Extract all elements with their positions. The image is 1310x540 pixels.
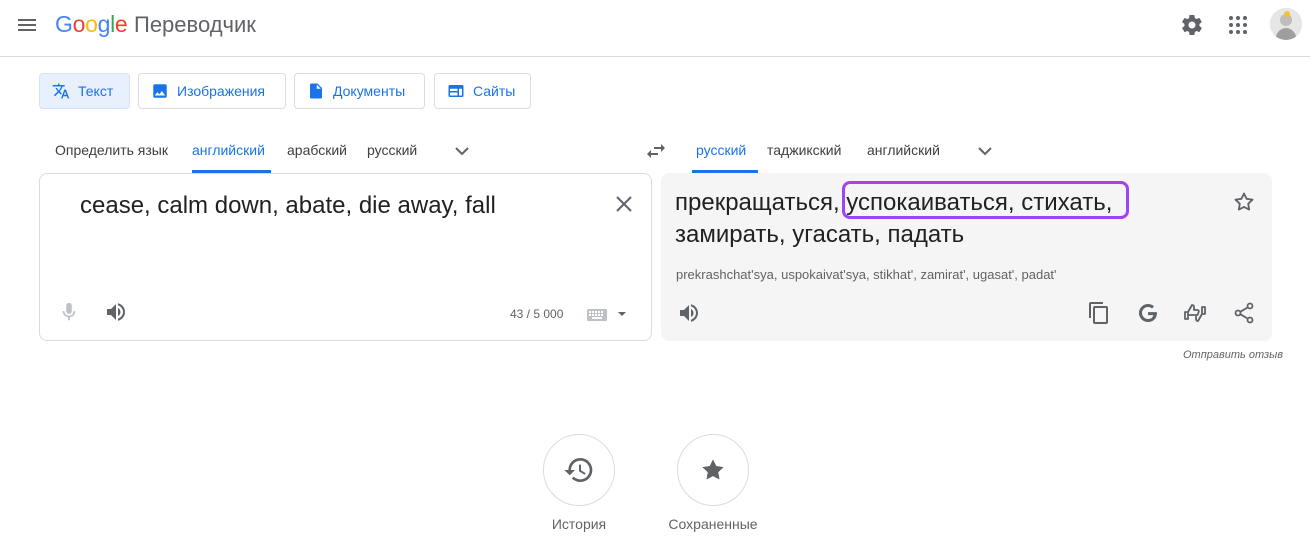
swap-languages-icon[interactable] — [644, 139, 668, 163]
send-feedback-link[interactable]: Отправить отзыв — [1183, 349, 1283, 361]
mode-label: Сайты — [473, 83, 516, 99]
google-g-icon[interactable] — [1136, 301, 1160, 325]
caret-down-icon[interactable] — [615, 307, 629, 321]
highlight-annotation — [842, 181, 1129, 219]
gear-icon[interactable] — [1180, 13, 1204, 37]
history-icon — [563, 454, 595, 486]
source-lang-arabic[interactable]: арабский — [287, 142, 347, 158]
saved-button[interactable] — [677, 434, 749, 506]
source-textarea[interactable]: cease, calm down, abate, die away, fall — [80, 192, 496, 220]
mode-documents-button[interactable]: Документы — [294, 73, 425, 109]
star-icon — [698, 455, 728, 485]
history-button[interactable] — [543, 434, 615, 506]
rate-translation-icon[interactable] — [1183, 301, 1207, 325]
website-icon — [447, 82, 465, 100]
close-icon[interactable] — [612, 192, 636, 216]
transliteration-text: prekrashchat'sya, uspokaivat'sya, stikha… — [676, 267, 1057, 282]
chevron-down-icon[interactable] — [450, 139, 474, 163]
target-lang-english[interactable]: английский — [867, 142, 940, 158]
apps-grid-icon[interactable] — [1226, 13, 1250, 37]
mode-label: Документы — [333, 83, 406, 99]
chevron-down-icon[interactable] — [973, 139, 997, 163]
share-icon[interactable] — [1232, 301, 1256, 325]
menu-icon[interactable] — [15, 13, 39, 37]
source-lang-english[interactable]: английский — [192, 142, 265, 158]
keyboard-icon[interactable] — [586, 307, 608, 323]
character-counter: 43 / 5 000 — [510, 307, 564, 321]
document-icon — [307, 82, 325, 100]
speaker-icon[interactable] — [104, 300, 128, 324]
mode-text-button[interactable]: Текст — [39, 73, 130, 109]
image-icon — [151, 82, 169, 100]
target-lang-russian[interactable]: русский — [696, 142, 746, 158]
mode-websites-button[interactable]: Сайты — [434, 73, 531, 109]
product-name: Переводчик — [134, 12, 256, 37]
target-lang-tajik[interactable]: таджикский — [767, 142, 841, 158]
microphone-icon[interactable] — [58, 301, 80, 323]
avatar[interactable] — [1270, 8, 1302, 40]
translation-panel: прекращаться, успокаиваться, стихать, за… — [661, 173, 1272, 341]
history-label: История — [551, 516, 607, 532]
mode-images-button[interactable]: Изображения — [138, 73, 286, 109]
speaker-icon[interactable] — [677, 301, 701, 325]
star-icon[interactable] — [1232, 190, 1256, 214]
source-lang-russian[interactable]: русский — [367, 142, 417, 158]
translate-icon — [52, 82, 70, 100]
copy-icon[interactable] — [1087, 301, 1111, 325]
mode-label: Изображения — [177, 83, 265, 99]
source-lang-detect[interactable]: Определить язык — [55, 142, 168, 158]
source-text-panel: cease, calm down, abate, die away, fall … — [39, 173, 652, 341]
saved-label: Сохраненные — [668, 516, 758, 532]
top-app-bar: Google Переводчик — [0, 0, 1310, 57]
mode-label: Текст — [78, 83, 114, 99]
google-logo[interactable]: Google — [55, 11, 128, 38]
